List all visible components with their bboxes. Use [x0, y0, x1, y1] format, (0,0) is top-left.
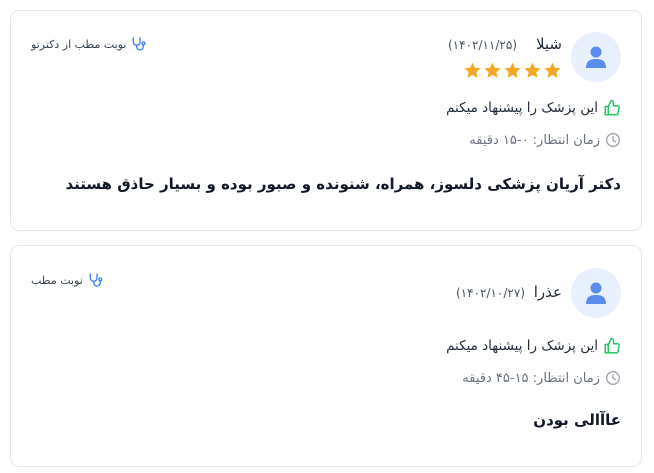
- appointment-type: نوبت مطب: [31, 272, 103, 288]
- stethoscope-icon: [130, 36, 146, 52]
- review-card: شیلا (۱۴۰۲/۱۱/۲۵) این پزشک را پیشنهاد می…: [10, 10, 642, 231]
- user-avatar-icon: [571, 268, 621, 318]
- reviewer-name: شیلا: [535, 35, 562, 53]
- rating-stars: [463, 61, 562, 80]
- recommendation-text: این پزشک را پیشنهاد میکنم: [446, 338, 598, 354]
- thumbs-up-icon: [603, 99, 621, 117]
- review-comment: دکتر آریان پزشکی دلسوز، همراه، شنونده و …: [65, 175, 621, 193]
- wait-time-text: زمان انتظار: ۱۵-۴۵ دقیقه: [462, 370, 600, 386]
- appointment-type-text: نوبت مطب از دکترتو: [31, 37, 127, 51]
- thumbs-up-icon: [603, 337, 621, 355]
- review-date: (۱۴۰۲/۱۱/۲۵): [447, 38, 517, 52]
- wait-time: زمان انتظار: ۱۵-۴۵ دقیقه: [462, 370, 621, 386]
- appointment-type-text: نوبت مطب: [31, 273, 83, 287]
- review-date: (۱۴۰۲/۱۰/۲۷): [455, 286, 525, 300]
- wait-time: زمان انتظار: ۰-۱۵ دقیقه: [469, 132, 621, 148]
- reviewer-name: عذرا: [533, 283, 562, 301]
- clock-icon: [605, 132, 621, 148]
- star-icon: [464, 62, 481, 78]
- recommendation: این پزشک را پیشنهاد میکنم: [446, 337, 621, 355]
- clock-icon: [605, 370, 621, 386]
- recommendation-text: این پزشک را پیشنهاد میکنم: [446, 100, 598, 116]
- user-avatar-icon: [571, 32, 621, 82]
- star-icon: [484, 62, 501, 78]
- reviews-list: شیلا (۱۴۰۲/۱۱/۲۵) این پزشک را پیشنهاد می…: [0, 0, 654, 473]
- recommendation: این پزشک را پیشنهاد میکنم: [446, 99, 621, 117]
- wait-time-text: زمان انتظار: ۰-۱۵ دقیقه: [469, 132, 600, 148]
- star-icon: [544, 62, 561, 78]
- star-icon: [524, 62, 541, 78]
- star-icon: [504, 62, 521, 78]
- stethoscope-icon: [87, 272, 103, 288]
- review-comment: عاآالی بودن: [533, 411, 621, 429]
- appointment-type: نوبت مطب از دکترتو: [31, 36, 146, 52]
- review-card: عذرا (۱۴۰۲/۱۰/۲۷) این پزشک را پیشنهاد می…: [10, 245, 642, 467]
